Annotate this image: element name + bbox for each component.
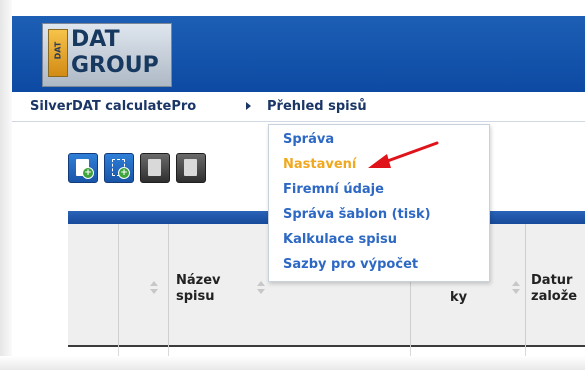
sort-icon[interactable]: [512, 281, 520, 295]
dat-group-logo[interactable]: DAT DAT GROUP: [42, 23, 172, 87]
breadcrumb-current-menu[interactable]: Přehled spisů: [267, 99, 367, 114]
new-document-button[interactable]: +: [68, 153, 98, 183]
window-bottom-shadow: [0, 356, 585, 370]
plus-icon: +: [118, 167, 130, 179]
copy-document-icon: [148, 159, 161, 176]
logo-badge-text: DAT: [53, 41, 63, 60]
column-divider: [525, 224, 526, 347]
menu-item-kalkulace-spisu[interactable]: Kalkulace spisu: [283, 232, 397, 247]
menu-item-firemni-udaje[interactable]: Firemní údaje: [283, 182, 384, 197]
column-header-partial[interactable]: ky: [450, 290, 467, 306]
overview-dropdown-menu: Správa Nastavení Firemní údaje Správa ša…: [268, 124, 490, 282]
menu-item-sazby-pro-vypocet[interactable]: Sazby pro výpočet: [283, 257, 418, 272]
column-header-name[interactable]: Název spisu: [176, 273, 221, 305]
menu-item-sprava[interactable]: Správa: [283, 132, 334, 147]
document-icon: [184, 159, 197, 176]
logo-text-group: GROUP: [71, 53, 159, 78]
breadcrumb: SilverDAT calculatePro Přehled spisů: [12, 92, 585, 122]
plus-icon: +: [82, 167, 94, 179]
import-document-button[interactable]: +: [104, 153, 134, 183]
column-divider: [168, 224, 169, 347]
header-bar: DAT DAT GROUP: [12, 16, 585, 92]
breadcrumb-root-link[interactable]: SilverDAT calculatePro: [30, 99, 196, 114]
column-divider: [118, 224, 119, 347]
column-header-date-line1: Datur: [531, 273, 573, 288]
document-button[interactable]: [176, 153, 206, 183]
column-header-date[interactable]: Datur založe: [531, 273, 577, 305]
window-shadow: [0, 0, 12, 370]
breadcrumb-separator-icon: [246, 102, 251, 110]
column-header-name-line2: spisu: [176, 289, 215, 304]
copy-document-button[interactable]: [140, 153, 170, 183]
column-header-date-line2: založe: [531, 289, 578, 304]
app-window: DAT DAT GROUP SilverDAT calculatePro Pře…: [0, 0, 585, 370]
menu-item-nastaveni[interactable]: Nastavení: [283, 157, 356, 172]
menu-item-sprava-sablon[interactable]: Správa šablon (tisk): [283, 207, 431, 222]
logo-text-dat: DAT: [71, 27, 120, 52]
logo-badge-icon: DAT: [48, 29, 68, 77]
column-header-name-line1: Název: [176, 273, 221, 288]
sort-icon[interactable]: [150, 281, 158, 295]
sort-icon[interactable]: [257, 281, 265, 295]
